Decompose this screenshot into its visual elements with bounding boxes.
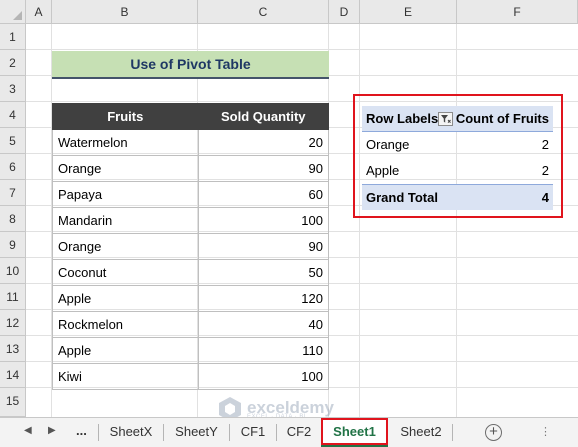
row-header-8[interactable]: 8 [0,206,26,232]
pivot-item-label[interactable]: Apple [366,158,399,184]
pivot-item-row: Apple 2 [362,158,553,184]
table-row: Kiwi 100 [52,363,330,390]
quantity-cell[interactable]: 40 [197,311,330,338]
fruit-cell[interactable]: Mandarin [52,207,199,234]
column-header-b[interactable]: B [52,0,198,24]
row-header-9[interactable]: 9 [0,232,26,258]
row-header-3[interactable]: 3 [0,76,26,102]
fruit-cell[interactable]: Papaya [52,181,199,208]
row-header-13[interactable]: 13 [0,336,26,362]
select-all-corner[interactable] [0,0,26,24]
row-header-1[interactable]: 1 [0,24,26,50]
tab-cf2[interactable]: CF2 [277,418,321,447]
row-header-14[interactable]: 14 [0,362,26,388]
pivot-item-label[interactable]: Orange [366,132,409,158]
fruits-table: Fruits Sold Quantity Watermelon 20 Orange… [52,103,330,390]
active-tab-highlight-box [321,418,388,445]
quantity-cell[interactable]: 50 [197,259,330,286]
table-row: Apple 110 [52,337,330,364]
table-row: Watermelon 20 [52,129,330,156]
table-row: Mandarin 100 [52,207,330,234]
fruit-cell[interactable]: Orange [52,233,199,260]
next-sheet-icon[interactable]: ▶ [48,425,56,436]
pivot-item-count[interactable]: 2 [542,132,549,158]
fruit-cell[interactable]: Apple [52,285,199,312]
pivot-grand-total-value[interactable]: 4 [542,185,549,211]
row-header-6[interactable]: 6 [0,154,26,180]
table-row: Papaya 60 [52,181,330,208]
table-row: Orange 90 [52,233,330,260]
row-header-12[interactable]: 12 [0,310,26,336]
quantity-cell[interactable]: 90 [197,155,330,182]
row-header-2[interactable]: 2 [0,50,26,76]
pivot-header-row: Row Labels Count of Fruits [362,106,553,132]
pivot-item-count[interactable]: 2 [542,158,549,184]
row-header-11[interactable]: 11 [0,284,26,310]
pivot-grand-total-row: Grand Total 4 [362,184,553,210]
pivot-row-labels-header[interactable]: Row Labels [366,106,438,132]
table-row: Apple 120 [52,285,330,312]
quantity-cell[interactable]: 120 [197,285,330,312]
column-header-d[interactable]: D [329,0,360,24]
pivot-grand-total-label[interactable]: Grand Total [366,185,438,211]
column-header-c[interactable]: C [198,0,329,24]
quantity-cell[interactable]: 100 [197,363,330,390]
tab-sheety[interactable]: SheetY [164,418,229,447]
tab-sheet2[interactable]: Sheet2 [390,418,452,447]
pivot-table: Row Labels Count of Fruits Orange 2 Appl… [362,106,553,210]
table-row: Orange 90 [52,155,330,182]
more-sheets-button[interactable]: ... [76,423,87,438]
column-header-e[interactable]: E [360,0,457,24]
pivot-item-row: Orange 2 [362,132,553,158]
filter-icon[interactable] [438,112,453,126]
row-header-7[interactable]: 7 [0,180,26,206]
row-header-4[interactable]: 4 [0,102,26,128]
fruit-cell[interactable]: Coconut [52,259,199,286]
column-header-a[interactable]: A [26,0,52,24]
quantity-cell[interactable]: 20 [197,129,330,156]
pivot-count-header[interactable]: Count of Fruits [456,106,549,132]
header-fruits[interactable]: Fruits [52,103,199,130]
table-header-row: Fruits Sold Quantity [52,103,330,130]
table-row: Rockmelon 40 [52,311,330,338]
row-header-10[interactable]: 10 [0,258,26,284]
plus-circle-icon[interactable]: + [485,424,502,441]
table-row: Coconut 50 [52,259,330,286]
fruit-cell[interactable]: Watermelon [52,129,199,156]
quantity-cell[interactable]: 60 [197,181,330,208]
header-sold-quantity[interactable]: Sold Quantity [197,103,330,130]
sheet-title-cell[interactable]: Use of Pivot Table [52,51,329,79]
spreadsheet-grid: A B C D E F 1 2 3 4 5 6 7 8 9 10 11 12 1… [0,0,578,417]
fruit-cell[interactable]: Apple [52,337,199,364]
row-header-5[interactable]: 5 [0,128,26,154]
column-header-f[interactable]: F [457,0,578,24]
tab-cf1[interactable]: CF1 [230,418,276,447]
tab-sheetx[interactable]: SheetX [99,418,163,447]
quantity-cell[interactable]: 90 [197,233,330,260]
quantity-cell[interactable]: 100 [197,207,330,234]
row-header-15[interactable]: 15 [0,388,26,417]
previous-sheet-icon[interactable]: ◀ [24,425,32,436]
scroll-options-icon[interactable]: ⋮ [540,425,551,438]
sheet-tab-bar: ◀ ▶ ... SheetX SheetY CF1 CF2 Sheet1 She… [0,417,578,447]
fruit-cell[interactable]: Rockmelon [52,311,199,338]
quantity-cell[interactable]: 110 [197,337,330,364]
fruit-cell[interactable]: Kiwi [52,363,199,390]
fruit-cell[interactable]: Orange [52,155,199,182]
